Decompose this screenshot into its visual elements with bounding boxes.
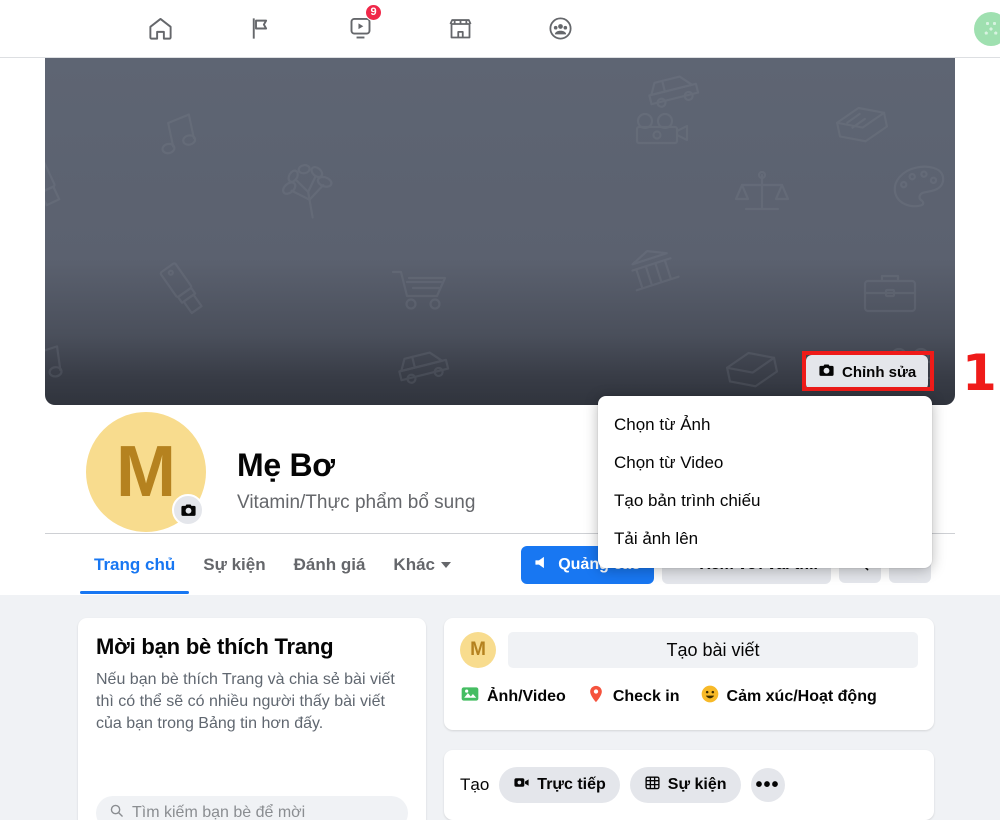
tab-su-kien[interactable]: Sự kiện [189,536,279,594]
watch-badge-count: 9 [365,3,382,21]
create-event-button[interactable]: Sự kiện [629,767,741,803]
invite-card-title: Mời bạn bè thích Trang [96,634,334,659]
create-pill-label: Sự kiện [667,776,727,793]
tab-danh-gia[interactable]: Đánh giá [280,536,380,594]
create-label: Tạo [460,775,490,794]
annotation-number-1: 1 [962,344,997,402]
composer-action-row: Ảnh/Video Check in Cảm xúc/Hoạt động [460,684,918,709]
marketplace-icon [447,15,474,42]
invite-search-placeholder: Tìm kiếm bạn bè để mời [132,804,306,820]
nav-item-watch[interactable]: 9 [310,3,410,51]
nav-item-groups[interactable] [510,7,610,51]
tab-khac[interactable]: Khác [379,536,465,594]
post-composer-card: M Tạo bài viết Ảnh/Video Check in Cảm xú… [444,618,934,730]
home-icon [147,15,174,42]
top-nav-icon-group: 9 [110,3,610,51]
invite-card-body: Nếu bạn bè thích Trang và chia sẻ bài vi… [96,671,395,732]
search-icon [109,803,124,820]
calendar-icon [644,774,661,796]
page-tabs: Trang chủ Sự kiện Đánh giá Khác [80,536,465,594]
create-shortcut-card: Tạo Trực tiếp Sự kiện ••• [444,750,934,820]
composer-row: M Tạo bài viết [460,632,918,668]
create-more-button[interactable]: ••• [750,768,785,802]
menu-item-choose-from-videos[interactable]: Chọn từ Video [598,444,932,482]
camera-icon [818,362,835,383]
nav-item-home[interactable] [110,7,210,51]
smiley-icon [700,684,720,709]
cover-pattern-decoration [45,58,955,405]
create-live-button[interactable]: Trực tiếp [499,767,620,803]
edit-cover-button[interactable]: Chỉnh sửa [806,355,929,390]
facebook-page-screen: 9 Chỉnh sửa Chọn từ Ảnh Chọn từ Video Tạ… [0,0,1000,820]
composer-action-label: Cảm xúc/Hoạt động [726,687,877,705]
tab-trang-chu[interactable]: Trang chủ [80,536,190,594]
menu-item-create-slideshow[interactable]: Tạo bản trình chiếu [598,482,932,520]
invite-friends-search-input[interactable]: Tìm kiếm bạn bè để mời [96,796,408,820]
composer-photo-video-button[interactable]: Ảnh/Video [460,684,566,709]
invite-friends-card: Mời bạn bè thích Trang Nếu bạn bè thích … [78,618,426,820]
tab-label: Trang chủ [94,554,176,574]
location-pin-icon [586,684,606,709]
tab-label: Sự kiện [203,554,266,574]
avatar-placeholder-pattern [974,12,1000,46]
tab-label: Khác [393,554,435,574]
photo-video-icon [460,684,480,709]
menu-item-choose-from-photos[interactable]: Chọn từ Ảnh [598,406,932,444]
edit-cover-dropdown-menu: Chọn từ Ảnh Chọn từ Video Tạo bản trình … [598,396,932,568]
page-avatar-letter: M [116,432,176,512]
groups-icon [547,15,574,42]
edit-cover-label: Chỉnh sửa [842,364,917,381]
nav-item-pages[interactable] [210,7,310,51]
composer-action-label: Ảnh/Video [487,687,566,705]
create-post-input[interactable]: Tạo bài viết [508,632,918,668]
nav-item-marketplace[interactable] [410,7,510,51]
cover-photo[interactable] [45,58,955,405]
pages-flag-icon [247,15,274,42]
create-pill-label: Trực tiếp [537,776,606,793]
edit-cover-button-wrapper: Chỉnh sửa [806,355,929,390]
page-title: Mẹ Bơ [237,447,335,483]
page-category: Vitamin/Thực phẩm bổ sung [237,492,476,513]
account-avatar[interactable] [974,12,1000,46]
composer-avatar[interactable]: M [460,632,496,668]
megaphone-icon [534,554,551,576]
top-navigation-bar: 9 [0,0,1000,58]
chevron-down-icon [441,561,451,568]
composer-feeling-activity-button[interactable]: Cảm xúc/Hoạt động [700,684,877,709]
menu-item-upload-photo[interactable]: Tải ảnh lên [598,520,932,558]
tab-label: Đánh giá [293,554,366,574]
video-camera-icon [513,774,530,796]
page-avatar[interactable]: M [82,408,210,536]
composer-check-in-button[interactable]: Check in [586,684,680,709]
composer-action-label: Check in [612,687,680,705]
avatar-camera-icon[interactable] [172,494,204,526]
